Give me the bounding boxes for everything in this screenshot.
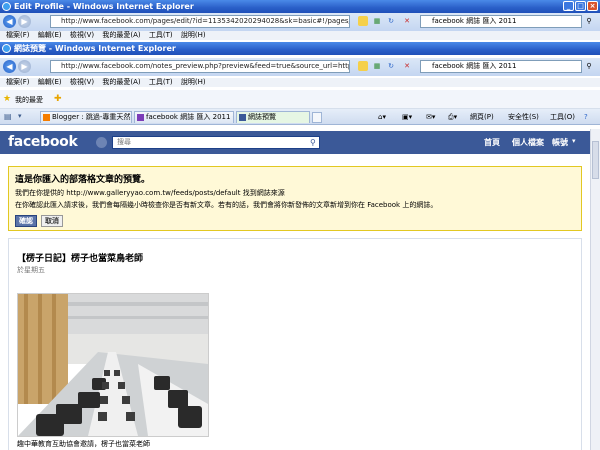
close-button[interactable]: × [587,1,598,11]
print-icon[interactable]: ⎙▾ [448,112,457,122]
menu-view[interactable]: 檢視(V) [70,78,94,86]
favorites-label[interactable]: 我的最愛 [15,95,43,105]
import-preview-notice: 這是你匯入的部落格文章的預覽。 我們在你提供的 http://www.galle… [8,166,582,231]
inner-menu-bar: 檔案(F) 編輯(E) 檢視(V) 我的最愛(A) 工具(T) 說明(H) [0,78,600,87]
forward-button[interactable]: ▶ [18,15,31,28]
cancel-button[interactable]: 取消 [41,215,63,227]
search-icon[interactable]: ⚲ [584,16,594,26]
ie-icon [2,44,11,53]
lock-icon [358,16,368,26]
outer-address-input[interactable]: http://www.facebook.com/pages/edit/?id=1… [50,15,350,28]
refresh-icon[interactable]: ↻ [386,61,396,71]
favicon-icon [137,114,144,121]
stop-icon[interactable]: ✕ [402,16,412,26]
tab-list-icon[interactable]: ▾ [18,112,22,120]
home-icon[interactable]: ⌂▾ [378,112,386,122]
confirm-button[interactable]: 確認 [15,215,37,227]
post-date: 於星期五 [17,266,45,274]
menu-help[interactable]: 說明(H) [181,78,206,86]
quick-tabs-icon[interactable]: ▤ [4,112,12,121]
add-favorites-icon[interactable]: ✚ [54,94,62,104]
outer-window-title: Edit Profile - Windows Internet Explorer [14,2,194,11]
compat-icon[interactable]: ▦ [372,61,382,71]
forward-button[interactable]: ▶ [18,60,31,73]
nav-profile[interactable]: 個人檔案 [512,137,544,148]
tools-menu[interactable]: 工具(O) [550,112,575,122]
post-photo [17,293,209,437]
feeds-icon[interactable]: ▣▾ [402,112,412,122]
tab-notes-preview[interactable]: 網誌預覽 [236,111,310,123]
menu-edit[interactable]: 編輯(E) [38,31,62,39]
vertical-scrollbar[interactable] [590,129,600,450]
lock-icon [358,61,368,71]
menu-tools[interactable]: 工具(T) [149,78,173,86]
menu-file[interactable]: 檔案(F) [6,31,30,39]
outer-menu-bar: 檔案(F) 編輯(E) 檢視(V) 我的最愛(A) 工具(T) 說明(H) [0,31,600,40]
back-button[interactable]: ◀ [3,60,16,73]
star-icon[interactable]: ★ [3,94,11,104]
scroll-thumb[interactable] [592,141,599,179]
inner-window-title: 網誌預覽 - Windows Internet Explorer [14,44,176,53]
chevron-down-icon[interactable]: ▾ [572,137,576,145]
facebook-header: facebook 搜尋 ⚲ 首頁 個人檔案 帳號 ▾ [0,131,590,154]
tab-facebook-import[interactable]: facebook 網誌 匯入 2011 - ... [134,111,234,123]
ie-icon [2,2,11,11]
tab-blogger[interactable]: Blogger : 跳過-專重天然的... [40,111,132,123]
tab-label: facebook 網誌 匯入 2011 - ... [146,113,233,121]
outer-window-titlebar: Edit Profile - Windows Internet Explorer… [0,0,600,13]
mail-icon[interactable]: ✉▾ [426,112,435,122]
nav-home[interactable]: 首頁 [484,137,500,148]
page-menu[interactable]: 網頁(P) [470,112,494,122]
outer-search-input[interactable]: facebook 網誌 匯入 2011 [420,15,582,28]
favorites-bar: ★ 我的最愛 ✚ [0,90,600,109]
inner-address-input[interactable]: http://www.facebook.com/notes_preview.ph… [50,60,350,73]
inner-search-input[interactable]: facebook 網誌 匯入 2011 [420,60,582,73]
minimize-button[interactable]: _ [563,1,574,11]
blogger-icon [43,114,50,121]
facebook-favicon-icon [239,114,246,121]
menu-favorites[interactable]: 我的最愛(A) [102,31,140,39]
facebook-search-input[interactable]: 搜尋 [112,136,320,149]
new-tab-button[interactable] [312,112,322,123]
tab-label: Blogger : 跳過-專重天然的... [52,113,131,121]
notice-title: 這是你匯入的部落格文章的預覽。 [15,175,151,185]
globe-icon[interactable] [96,137,107,148]
inner-window-titlebar: 網誌預覽 - Windows Internet Explorer [0,42,600,55]
stop-icon[interactable]: ✕ [402,61,412,71]
search-icon[interactable]: ⚲ [310,138,316,147]
tab-row: ▤ ▾ Blogger : 跳過-專重天然的... facebook 網誌 匯入… [0,109,600,125]
outer-address-row: ◀ ▶ http://www.facebook.com/pages/edit/?… [0,13,600,31]
inner-address-row: ◀ ▶ http://www.facebook.com/notes_previe… [0,58,600,76]
notice-line-2: 在你確認此匯入請求後，我們會每隔幾小時檢查你是否有新文章。若有的話，我們會將你新… [15,201,438,209]
menu-help[interactable]: 說明(H) [181,31,206,39]
maximize-button[interactable]: □ [575,1,586,11]
menu-view[interactable]: 檢視(V) [70,31,94,39]
notice-line-1: 我們在你提供的 http://www.galleryyao.com.tw/fee… [15,189,285,197]
post-preview-card: 【楞子日記】楞子也當菜鳥老師 於星期五 趣中華教育互助協會邀請，楞子也當菜老師 [8,238,582,450]
post-title: 【楞子日記】楞子也當菜鳥老師 [17,254,144,264]
facebook-logo[interactable]: facebook [8,134,78,150]
refresh-icon[interactable]: ↻ [386,16,396,26]
menu-edit[interactable]: 編輯(E) [38,78,62,86]
menu-tools[interactable]: 工具(T) [149,31,173,39]
tab-label: 網誌預覽 [248,113,276,121]
post-caption: 趣中華教育互助協會邀請，楞子也當菜老師 [17,440,150,448]
help-icon[interactable]: ? [584,112,588,122]
nav-account[interactable]: 帳號 [552,137,568,148]
compat-icon[interactable]: ▦ [372,16,382,26]
back-button[interactable]: ◀ [3,15,16,28]
search-icon[interactable]: ⚲ [584,61,594,71]
menu-favorites[interactable]: 我的最愛(A) [102,78,140,86]
menu-file[interactable]: 檔案(F) [6,78,30,86]
safety-menu[interactable]: 安全性(S) [508,112,539,122]
